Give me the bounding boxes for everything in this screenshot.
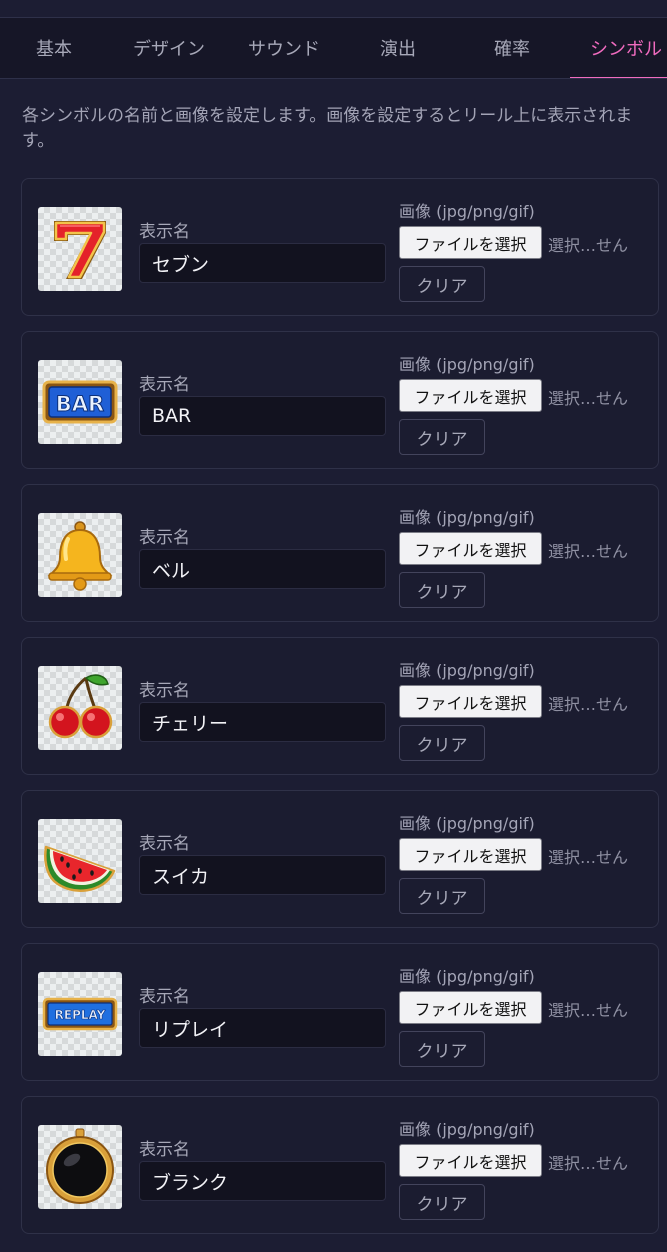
- image-label: 画像 (jpg/png/gif): [399, 202, 535, 221]
- file-status-text: 選択…せん: [548, 236, 629, 255]
- tab-symbols[interactable]: シンボル: [570, 18, 667, 78]
- cherry-icon: [48, 674, 113, 739]
- symbol-image-bell: [38, 513, 122, 597]
- symbol-card-watermelon: 表示名 画像 (jpg/png/gif) ファイルを選択 選択…せん クリア: [21, 790, 659, 928]
- symbol-image-bar: BAR: [38, 360, 122, 444]
- image-label: 画像 (jpg/png/gif): [399, 814, 535, 833]
- blank-icon: [46, 1128, 114, 1204]
- display-name-input[interactable]: [139, 855, 386, 895]
- choose-file-button[interactable]: ファイルを選択: [399, 685, 542, 718]
- file-status-text: 選択…せん: [548, 542, 629, 561]
- clear-button[interactable]: クリア: [399, 1031, 485, 1067]
- image-label: 画像 (jpg/png/gif): [399, 661, 535, 680]
- seven-icon: [54, 221, 106, 279]
- display-name-label: 表示名: [139, 222, 190, 242]
- tab-basic[interactable]: 基本: [0, 18, 108, 78]
- file-status-text: 選択…せん: [548, 1001, 629, 1020]
- clear-button[interactable]: クリア: [399, 878, 485, 914]
- image-label: 画像 (jpg/png/gif): [399, 1120, 535, 1139]
- clear-button[interactable]: クリア: [399, 419, 485, 455]
- clear-button[interactable]: クリア: [399, 266, 485, 302]
- tab-bar: 基本 デザイン サウンド 演出 確率 シンボル: [0, 18, 667, 79]
- display-name-input[interactable]: [139, 1161, 386, 1201]
- replay-icon: REPLAY: [42, 997, 118, 1031]
- image-label: 画像 (jpg/png/gif): [399, 508, 535, 527]
- choose-file-button[interactable]: ファイルを選択: [399, 532, 542, 565]
- file-status-text: 選択…せん: [548, 848, 629, 867]
- tab-design[interactable]: デザイン: [113, 18, 225, 78]
- choose-file-button[interactable]: ファイルを選択: [399, 991, 542, 1024]
- image-label: 画像 (jpg/png/gif): [399, 967, 535, 986]
- bell-icon: [47, 521, 113, 591]
- replay-icon-text: REPLAY: [55, 1008, 106, 1022]
- section-description: 各シンボルの名前と画像を設定します。画像を設定するとリール上に表示されます。: [22, 106, 633, 151]
- display-name-input[interactable]: [139, 396, 386, 436]
- symbol-card-replay: REPLAY 表示名 画像 (jpg/png/gif) ファイルを選択 選択…せ…: [21, 943, 659, 1081]
- choose-file-button[interactable]: ファイルを選択: [399, 226, 542, 259]
- choose-file-button[interactable]: ファイルを選択: [399, 1144, 542, 1177]
- display-name-input[interactable]: [139, 1008, 386, 1048]
- display-name-label: 表示名: [139, 528, 190, 548]
- choose-file-button[interactable]: ファイルを選択: [399, 838, 542, 871]
- display-name-input[interactable]: [139, 549, 386, 589]
- file-status-text: 選択…せん: [548, 1154, 629, 1173]
- symbol-image-cherry: [38, 666, 122, 750]
- display-name-label: 表示名: [139, 834, 190, 854]
- symbol-image-watermelon: [38, 819, 122, 903]
- symbol-card-seven: 表示名 画像 (jpg/png/gif) ファイルを選択 選択…せん クリア: [21, 178, 659, 316]
- symbol-card-bell: 表示名 画像 (jpg/png/gif) ファイルを選択 選択…せん クリア: [21, 484, 659, 622]
- display-name-label: 表示名: [139, 681, 190, 701]
- symbol-image-replay: REPLAY: [38, 972, 122, 1056]
- choose-file-button[interactable]: ファイルを選択: [399, 379, 542, 412]
- top-bar: [0, 0, 667, 18]
- display-name-label: 表示名: [139, 987, 190, 1007]
- tab-sound[interactable]: サウンド: [228, 18, 340, 78]
- clear-button[interactable]: クリア: [399, 1184, 485, 1220]
- tab-effects[interactable]: 演出: [342, 18, 454, 78]
- bar-icon: BAR: [42, 380, 118, 424]
- clear-button[interactable]: クリア: [399, 572, 485, 608]
- symbol-card-cherry: 表示名 画像 (jpg/png/gif) ファイルを選択 選択…せん クリア: [21, 637, 659, 775]
- display-name-input[interactable]: [139, 702, 386, 742]
- display-name-label: 表示名: [139, 375, 190, 395]
- display-name-input[interactable]: [139, 243, 386, 283]
- watermelon-icon: [44, 845, 116, 892]
- symbol-card-bar: BAR 表示名 画像 (jpg/png/gif) ファイルを選択 選択…せん ク…: [21, 331, 659, 469]
- symbol-card-blank: 表示名 画像 (jpg/png/gif) ファイルを選択 選択…せん クリア: [21, 1096, 659, 1234]
- bar-icon-text: BAR: [56, 392, 104, 416]
- clear-button[interactable]: クリア: [399, 725, 485, 761]
- symbol-image-seven: [38, 207, 122, 291]
- file-status-text: 選択…せん: [548, 695, 629, 714]
- image-label: 画像 (jpg/png/gif): [399, 355, 535, 374]
- tab-probability[interactable]: 確率: [456, 18, 568, 78]
- symbol-image-blank: [38, 1125, 122, 1209]
- file-status-text: 選択…せん: [548, 389, 629, 408]
- display-name-label: 表示名: [139, 1140, 190, 1160]
